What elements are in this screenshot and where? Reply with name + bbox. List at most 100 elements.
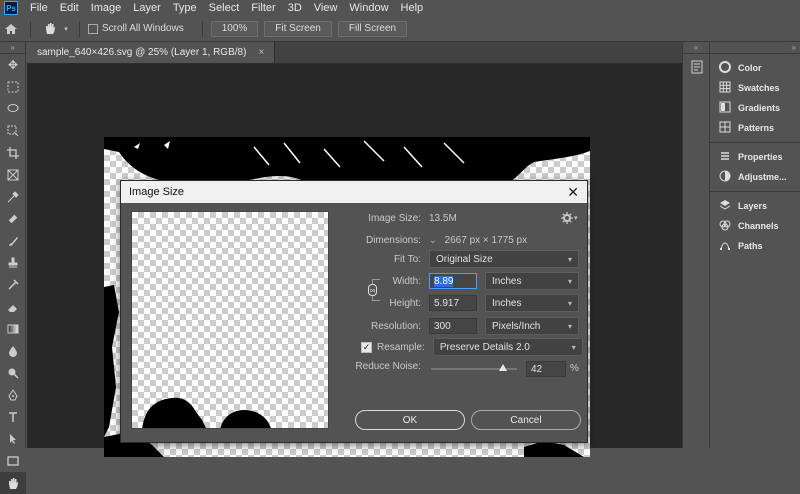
crop-tool-icon[interactable]	[0, 142, 26, 164]
panel-adjustments[interactable]: Adjustme...	[710, 167, 800, 187]
panels-dock: » Color Swatches Gradients Patterns Prop…	[710, 42, 800, 448]
photoshop-logo: Ps	[4, 1, 18, 15]
marquee-tool-icon[interactable]	[0, 76, 26, 98]
dimensions-value: 2667 px × 1775 px	[444, 235, 528, 246]
eraser-tool-icon[interactable]	[0, 296, 26, 318]
paths-icon	[718, 239, 732, 254]
chevron-down-icon[interactable]: ▾	[61, 20, 71, 38]
menu-bar: Ps File Edit Image Layer Type Select Fil…	[0, 0, 800, 16]
panel-patterns[interactable]: Patterns	[710, 118, 800, 138]
document-tab-title: sample_640×426.svg @ 25% (Layer 1, RGB/8…	[37, 47, 247, 58]
dimensions-row: Dimensions: ⌄ 2667 px × 1775 px	[351, 235, 581, 246]
panel-icon-strip: «	[682, 42, 710, 448]
divider	[201, 20, 203, 37]
menu-file[interactable]: File	[24, 2, 54, 14]
close-icon[interactable]: ×	[258, 47, 264, 58]
menu-3d[interactable]: 3D	[282, 2, 308, 14]
divider	[79, 20, 80, 37]
collapse-icon[interactable]: «	[683, 42, 709, 54]
hand-tool-icon[interactable]	[0, 472, 26, 494]
hand-tool-icon[interactable]	[39, 20, 61, 38]
scroll-all-windows-label: Scroll All Windows	[102, 23, 184, 34]
dodge-tool-icon[interactable]	[0, 362, 26, 384]
resolution-unit-select[interactable]: Pixels/Inch ▾	[485, 317, 579, 335]
width-unit-select[interactable]: Inches ▾	[485, 272, 579, 290]
resample-method-select[interactable]: Preserve Details 2.0 ▾	[432, 338, 583, 356]
fit-screen-button[interactable]: Fit Screen	[264, 20, 332, 37]
cancel-button[interactable]: Cancel	[471, 410, 581, 430]
panel-properties[interactable]: Properties	[710, 147, 800, 167]
height-input[interactable]: 5.917	[429, 295, 477, 311]
menu-layer[interactable]: Layer	[127, 2, 167, 14]
panel-label: Color	[738, 63, 762, 73]
eyedropper-tool-icon[interactable]	[0, 186, 26, 208]
fill-screen-button[interactable]: Fill Screen	[337, 20, 408, 37]
chevron-down-icon[interactable]: ⌄	[429, 235, 437, 246]
width-row: Width: 8.89 Inches ▾	[351, 272, 579, 290]
gradient-tool-icon[interactable]	[0, 318, 26, 340]
gear-icon[interactable]: ▾	[561, 212, 578, 224]
home-icon[interactable]	[0, 20, 22, 38]
dialog-title-bar[interactable]: Image Size ✕	[121, 181, 587, 203]
type-tool-icon[interactable]	[0, 406, 26, 428]
resample-checkbox[interactable]: ✓	[361, 341, 372, 353]
menu-edit[interactable]: Edit	[54, 2, 85, 14]
clone-stamp-tool-icon[interactable]	[0, 252, 26, 274]
history-panel-icon[interactable]	[683, 54, 711, 80]
object-selection-tool-icon[interactable]	[0, 120, 26, 142]
panel-label: Swatches	[738, 83, 780, 93]
zoom-100-button[interactable]: 100%	[210, 20, 259, 37]
reduce-noise-slider-handle[interactable]	[499, 364, 508, 371]
frame-tool-icon[interactable]	[0, 164, 26, 186]
move-tool-icon[interactable]: ✥	[0, 54, 26, 76]
panel-label: Paths	[738, 241, 763, 251]
image-preview[interactable]	[131, 211, 329, 429]
panel-layers[interactable]: Layers	[710, 196, 800, 216]
menu-view[interactable]: View	[308, 2, 344, 14]
height-label: Height:	[389, 297, 421, 309]
width-unit-value: Inches	[492, 275, 522, 287]
width-input[interactable]: 8.89	[429, 273, 477, 289]
height-unit-select[interactable]: Inches ▾	[485, 294, 579, 312]
pattern-icon	[718, 121, 732, 136]
resample-method-value: Preserve Details 2.0	[439, 341, 530, 353]
image-size-label: Image Size:	[368, 213, 421, 224]
fit-to-select[interactable]: Original Size ▾	[429, 250, 579, 268]
menu-window[interactable]: Window	[343, 2, 394, 14]
collapse-icon[interactable]: »	[0, 42, 25, 54]
panel-channels[interactable]: Channels	[710, 216, 800, 236]
reduce-noise-input[interactable]: 42	[526, 361, 566, 377]
close-icon[interactable]: ✕	[567, 184, 579, 201]
panel-gradients[interactable]: Gradients	[710, 98, 800, 118]
menu-type[interactable]: Type	[167, 2, 203, 14]
path-selection-tool-icon[interactable]	[0, 428, 26, 450]
menu-filter[interactable]: Filter	[245, 2, 281, 14]
panel-paths[interactable]: Paths	[710, 236, 800, 256]
image-size-row: Image Size: 13.5M	[351, 213, 561, 224]
healing-brush-tool-icon[interactable]	[0, 208, 26, 230]
brush-tool-icon[interactable]	[0, 230, 26, 252]
chevron-down-icon: ▾	[567, 321, 572, 331]
width-label: Width:	[392, 275, 421, 287]
rectangle-tool-icon[interactable]	[0, 450, 26, 472]
history-brush-tool-icon[interactable]	[0, 274, 26, 296]
panel-color[interactable]: Color	[710, 58, 800, 78]
panel-swatches[interactable]: Swatches	[710, 78, 800, 98]
menu-image[interactable]: Image	[85, 2, 128, 14]
chevron-down-icon: ▾	[567, 298, 572, 308]
lasso-tool-icon[interactable]	[0, 98, 26, 120]
menu-help[interactable]: Help	[395, 2, 430, 14]
menu-select[interactable]: Select	[203, 2, 246, 14]
fit-to-label: Fit To:	[393, 253, 421, 265]
resolution-input[interactable]: 300	[429, 318, 477, 334]
divider	[710, 142, 800, 143]
adjustments-icon	[718, 170, 732, 185]
ok-button[interactable]: OK	[355, 410, 465, 430]
scroll-all-windows-checkbox[interactable]	[88, 23, 98, 34]
reduce-noise-row: Reduce Noise:	[351, 361, 421, 372]
blur-tool-icon[interactable]	[0, 340, 26, 362]
properties-icon	[718, 150, 732, 165]
collapse-icon[interactable]: »	[710, 42, 800, 54]
pen-tool-icon[interactable]	[0, 384, 26, 406]
document-tab[interactable]: sample_640×426.svg @ 25% (Layer 1, RGB/8…	[27, 42, 276, 63]
